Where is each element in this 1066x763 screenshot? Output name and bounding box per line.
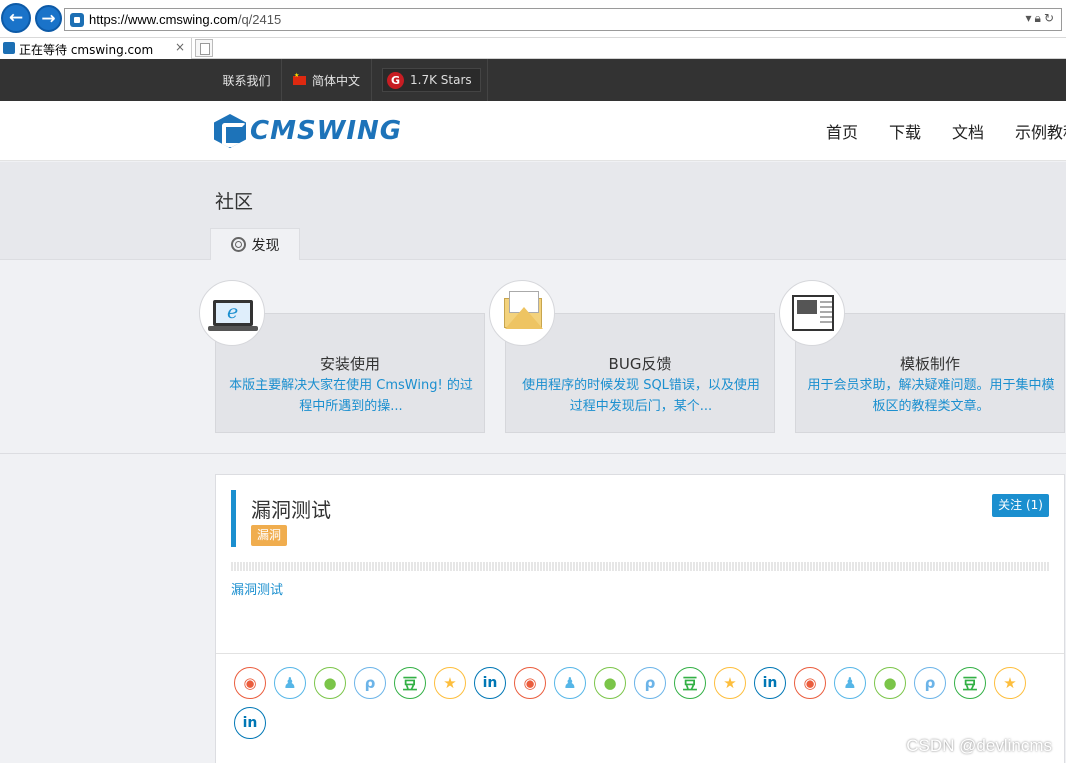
linkedin-icon[interactable]: in <box>474 667 506 699</box>
wechat-icon[interactable]: ● <box>314 667 346 699</box>
template-icon <box>779 280 845 346</box>
category-card-install[interactable]: e 安装使用 本版主要解决大家在使用 CmsWing! 的过程中所遇到的操... <box>199 280 485 433</box>
qzone-icon[interactable]: ★ <box>994 667 1026 699</box>
tab-title: 正在等待 cmswing.com <box>19 43 154 57</box>
title-accent-bar <box>231 490 236 547</box>
browser-tab-strip: 正在等待 cmswing.com × <box>0 38 1066 59</box>
site-header: CMSWING 首页 下载 文档 示例教程 <box>0 101 1066 161</box>
cmswing-logo-icon <box>214 114 246 148</box>
watermark: CSDN @devlincms <box>906 736 1052 755</box>
contact-label: 联系我们 <box>222 73 271 88</box>
qq-icon[interactable]: ♟ <box>834 667 866 699</box>
question-title: 漏洞测试 <box>251 498 331 522</box>
page-title: 社区 <box>215 191 254 213</box>
qq-icon[interactable]: ♟ <box>554 667 586 699</box>
qzone-icon[interactable]: ★ <box>714 667 746 699</box>
tab-close-icon[interactable]: × <box>175 40 185 54</box>
arrow-right-icon: → <box>41 8 56 29</box>
lock-icon[interactable]: 🔒︎ <box>1035 11 1044 25</box>
tencent-weibo-icon[interactable]: ρ <box>634 667 666 699</box>
douban-icon[interactable]: 豆 <box>394 667 426 699</box>
share-icons: ◉ ♟ ● ρ 豆 ★ in ◉ ♟ ● ρ 豆 ★ in ◉ ♟ ● ρ 豆 ★ in <box>234 667 1054 747</box>
browser-address-bar: ← → https://www.cmswing.com/q/2415 ▾🔒︎↻ <box>0 0 1066 38</box>
arrow-left-icon: ← <box>8 8 24 28</box>
logo-text: CMSWING <box>250 116 403 146</box>
douban-icon[interactable]: 豆 <box>674 667 706 699</box>
category-cards: e 安装使用 本版主要解决大家在使用 CmsWing! 的过程中所遇到的操...… <box>0 260 1066 454</box>
stars-badge[interactable]: G 1.7K Stars <box>382 68 481 92</box>
follow-button[interactable]: 关注 (1) <box>992 494 1049 517</box>
url-actions[interactable]: ▾🔒︎↻ <box>1026 11 1057 26</box>
category-desc[interactable]: 使用程序的时候发现 SQL错误，以及使用过程中发现后门，某个... <box>516 375 766 417</box>
tab-discover[interactable]: 发现 <box>210 228 300 260</box>
mail-icon <box>489 280 555 346</box>
forward-button[interactable]: → <box>35 5 62 32</box>
nav-item-home[interactable]: 首页 <box>826 119 858 143</box>
refresh-icon[interactable]: ↻ <box>1044 11 1057 25</box>
gitee-stars-link[interactable]: G 1.7K Stars <box>372 59 488 101</box>
section-header: 社区 发现 <box>0 162 1066 260</box>
china-flag-icon <box>292 72 306 85</box>
weibo-icon[interactable]: ◉ <box>514 667 546 699</box>
main-nav: 首页 下载 文档 示例教程 <box>826 101 1066 161</box>
divider <box>231 562 1050 571</box>
qzone-icon[interactable]: ★ <box>434 667 466 699</box>
back-button[interactable]: ← <box>1 3 31 33</box>
language-switcher[interactable]: 简体中文 <box>282 59 372 101</box>
category-desc[interactable]: 用于会员求助，解决疑难问题。用于集中模板区的教程类文章。 <box>806 375 1056 417</box>
douban-icon[interactable]: 豆 <box>954 667 986 699</box>
laptop-icon: e <box>199 280 265 346</box>
url-text: https://www.cmswing.com/q/2415 <box>89 12 282 27</box>
qq-icon[interactable]: ♟ <box>274 667 306 699</box>
url-input[interactable]: https://www.cmswing.com/q/2415 ▾🔒︎↻ <box>64 8 1062 31</box>
question-panel: 漏洞测试 漏洞 关注 (1) 漏洞测试 ◉ ♟ ● ρ 豆 ★ in ◉ ♟ ● ρ 豆 ★ in ◉ ♟ ● ρ… <box>215 474 1065 763</box>
category-title: 模板制作 <box>899 355 960 373</box>
tencent-weibo-icon[interactable]: ρ <box>914 667 946 699</box>
browser-tab[interactable]: 正在等待 cmswing.com × <box>0 38 192 59</box>
stars-label: 1.7K Stars <box>410 73 472 87</box>
site-logo[interactable]: CMSWING <box>214 113 402 149</box>
gitee-icon: G <box>387 71 404 89</box>
language-label: 简体中文 <box>311 73 360 88</box>
dropdown-icon[interactable]: ▾ <box>1026 11 1035 25</box>
weibo-icon[interactable]: ◉ <box>794 667 826 699</box>
category-title: 安装使用 <box>319 355 380 373</box>
discover-icon <box>230 237 246 252</box>
wechat-icon[interactable]: ● <box>874 667 906 699</box>
wechat-icon[interactable]: ● <box>594 667 626 699</box>
topic-tag[interactable]: 漏洞 <box>251 525 288 546</box>
linkedin-icon[interactable]: in <box>754 667 786 699</box>
category-desc[interactable]: 本版主要解决大家在使用 CmsWing! 的过程中所遇到的操... <box>226 375 476 417</box>
nav-item-download[interactable]: 下载 <box>889 119 921 143</box>
nav-item-docs[interactable]: 文档 <box>952 119 984 143</box>
new-tab-button[interactable] <box>195 39 213 57</box>
weibo-icon[interactable]: ◉ <box>234 667 266 699</box>
question-body: 漏洞测试 <box>231 583 284 598</box>
site-favicon-icon <box>70 13 84 27</box>
category-title: BUG反馈 <box>608 355 672 373</box>
tab-favicon-icon <box>3 42 15 54</box>
nav-item-tutorials[interactable]: 示例教程 <box>1015 119 1066 143</box>
category-card-bug[interactable]: BUG反馈 使用程序的时候发现 SQL错误，以及使用过程中发现后门，某个... <box>489 280 775 433</box>
tab-discover-label: 发现 <box>251 237 280 254</box>
category-card-template[interactable]: 模板制作 用于会员求助，解决疑难问题。用于集中模板区的教程类文章。 <box>779 280 1065 433</box>
site-topbar: 联系我们 简体中文 G 1.7K Stars <box>0 59 1066 101</box>
tencent-weibo-icon[interactable]: ρ <box>354 667 386 699</box>
linkedin-icon[interactable]: in <box>234 707 266 739</box>
contact-link[interactable]: 联系我们 <box>212 59 282 101</box>
